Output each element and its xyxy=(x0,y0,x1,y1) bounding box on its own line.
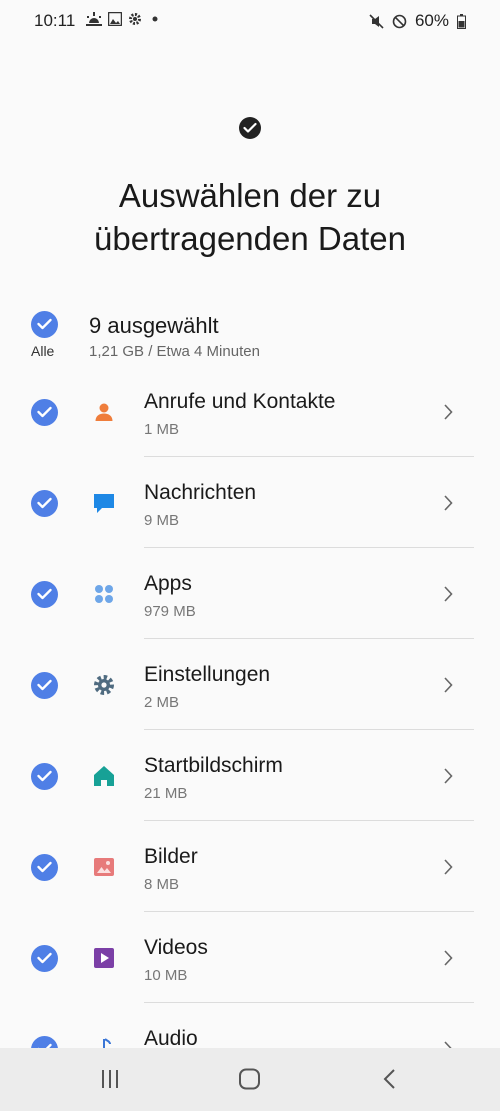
status-notification-icons xyxy=(86,12,162,26)
page-title-line2: übertragenden Daten xyxy=(94,220,406,257)
item-title: Bilder xyxy=(144,845,198,868)
item-size: 21 MB xyxy=(144,785,188,802)
select-all-label: Alle xyxy=(31,343,55,359)
battery-percent: 60% xyxy=(414,11,449,30)
list-item-videos[interactable]: Videos 10 MB xyxy=(0,912,500,1003)
chevron-right-icon[interactable] xyxy=(441,766,455,786)
more-dot-icon xyxy=(152,16,158,22)
item-title: Apps xyxy=(144,572,192,595)
item-size: 2 MB xyxy=(144,694,180,711)
contact-icon xyxy=(95,403,113,421)
status-time: 10:11 xyxy=(34,11,76,30)
apps-icon xyxy=(95,585,113,603)
list-item-homescreen[interactable]: Startbildschirm 21 MB xyxy=(0,730,500,821)
selected-count: 9 ausgewählt xyxy=(89,313,219,338)
dnd-icon xyxy=(392,14,407,28)
home-icon xyxy=(94,766,114,786)
list-item-contacts[interactable]: Anrufe und Kontakte 1 MB xyxy=(0,366,500,457)
back-button[interactable] xyxy=(380,1068,400,1090)
list-item-images[interactable]: Bilder 8 MB xyxy=(0,821,500,912)
page-title-line1: Auswählen der zu xyxy=(118,177,382,214)
item-checkbox[interactable] xyxy=(31,763,58,790)
item-title: Einstellungen xyxy=(144,663,271,686)
item-title: Nachrichten xyxy=(144,481,257,504)
gear-icon xyxy=(94,675,114,695)
item-size: 8 MB xyxy=(144,876,180,893)
item-checkbox[interactable] xyxy=(31,581,58,608)
item-checkbox[interactable] xyxy=(31,490,58,517)
item-title: Videos xyxy=(144,936,208,959)
chevron-right-icon[interactable] xyxy=(441,402,455,422)
battery-icon xyxy=(457,13,466,29)
weather-icon xyxy=(86,12,102,26)
image-icon xyxy=(94,858,114,876)
check-icon xyxy=(239,117,261,139)
selected-summary: 1,21 GB / Etwa 4 Minuten xyxy=(89,343,260,360)
item-title: Anrufe und Kontakte xyxy=(144,390,336,413)
mute-icon xyxy=(369,13,384,29)
gallery-icon xyxy=(108,12,122,26)
item-size: 10 MB xyxy=(144,967,188,984)
chevron-right-icon[interactable] xyxy=(441,675,455,695)
item-size: 979 MB xyxy=(144,603,196,620)
chevron-right-icon[interactable] xyxy=(441,584,455,604)
status-right: 60% xyxy=(369,11,466,31)
chevron-right-icon[interactable] xyxy=(441,493,455,513)
chevron-right-icon[interactable] xyxy=(441,857,455,877)
recent-apps-button[interactable] xyxy=(100,1068,120,1090)
item-size: 9 MB xyxy=(144,512,180,529)
home-button[interactable] xyxy=(238,1068,262,1090)
navigation-bar xyxy=(0,1048,500,1111)
message-icon xyxy=(94,494,114,513)
settings-icon xyxy=(129,13,141,25)
chevron-right-icon[interactable] xyxy=(441,948,455,968)
select-all-checkbox[interactable] xyxy=(31,311,58,338)
video-icon xyxy=(94,948,114,968)
page-title: Auswählen der zu übertragenden Daten xyxy=(0,174,500,260)
list-item-messages[interactable]: Nachrichten 9 MB xyxy=(0,457,500,548)
item-size: 1 MB xyxy=(144,421,180,438)
item-checkbox[interactable] xyxy=(31,399,58,426)
item-checkbox[interactable] xyxy=(31,854,58,881)
list-item-settings[interactable]: Einstellungen 2 MB xyxy=(0,639,500,730)
item-checkbox[interactable] xyxy=(31,945,58,972)
item-title: Startbildschirm xyxy=(144,754,283,777)
status-bar: 10:11 60% xyxy=(0,0,500,44)
list-item-apps[interactable]: Apps 979 MB xyxy=(0,548,500,639)
item-checkbox[interactable] xyxy=(31,672,58,699)
